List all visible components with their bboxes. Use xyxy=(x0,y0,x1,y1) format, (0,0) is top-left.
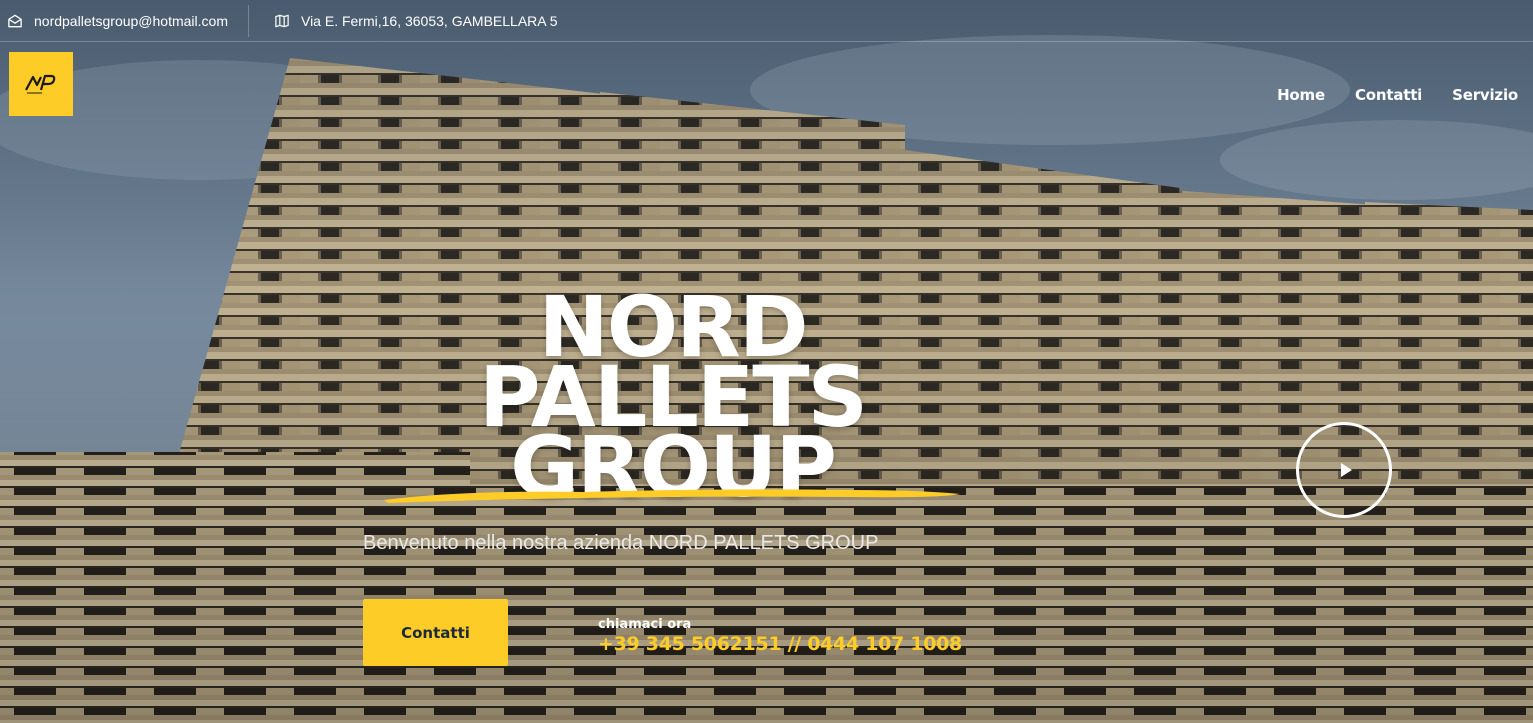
topbar-address-text: Via E. Fermi,16, 36053, GAMBELLARA 5 xyxy=(300,12,558,29)
phone-number[interactable]: +39 345 5062151 // 0444 107 1008 xyxy=(598,633,962,655)
np-logo-icon xyxy=(25,74,56,94)
main-nav: Home Contatti Servizio xyxy=(1277,86,1518,104)
play-video-button[interactable] xyxy=(1296,422,1392,518)
call-now-box: chiamaci ora +39 345 5062151 // 0444 107… xyxy=(598,617,962,655)
map-icon xyxy=(275,14,289,27)
envelope-icon xyxy=(8,14,22,27)
topbar-address: Via E. Fermi,16, 36053, GAMBELLARA 5 xyxy=(249,0,558,41)
hero-subtitle: Benvenuto nella nostra azienda NORD PALL… xyxy=(363,532,879,554)
call-now-label: chiamaci ora xyxy=(598,617,692,632)
nav-contatti[interactable]: Contatti xyxy=(1355,86,1422,104)
topbar-email[interactable]: nordpalletsgroup@hotmail.com xyxy=(0,4,249,37)
play-icon xyxy=(1340,463,1352,477)
hero-title: NORD PALLETS GROUP xyxy=(400,285,945,509)
topbar-email-text: nordpalletsgroup@hotmail.com xyxy=(34,12,228,29)
nav-home[interactable]: Home xyxy=(1277,86,1325,104)
title-brush-underline xyxy=(384,489,960,503)
site-logo[interactable] xyxy=(9,52,73,116)
top-contact-bar: nordpalletsgroup@hotmail.com Via E. Ferm… xyxy=(0,0,1533,42)
contatti-button[interactable]: Contatti xyxy=(363,599,508,666)
nav-servizio[interactable]: Servizio xyxy=(1452,86,1518,104)
